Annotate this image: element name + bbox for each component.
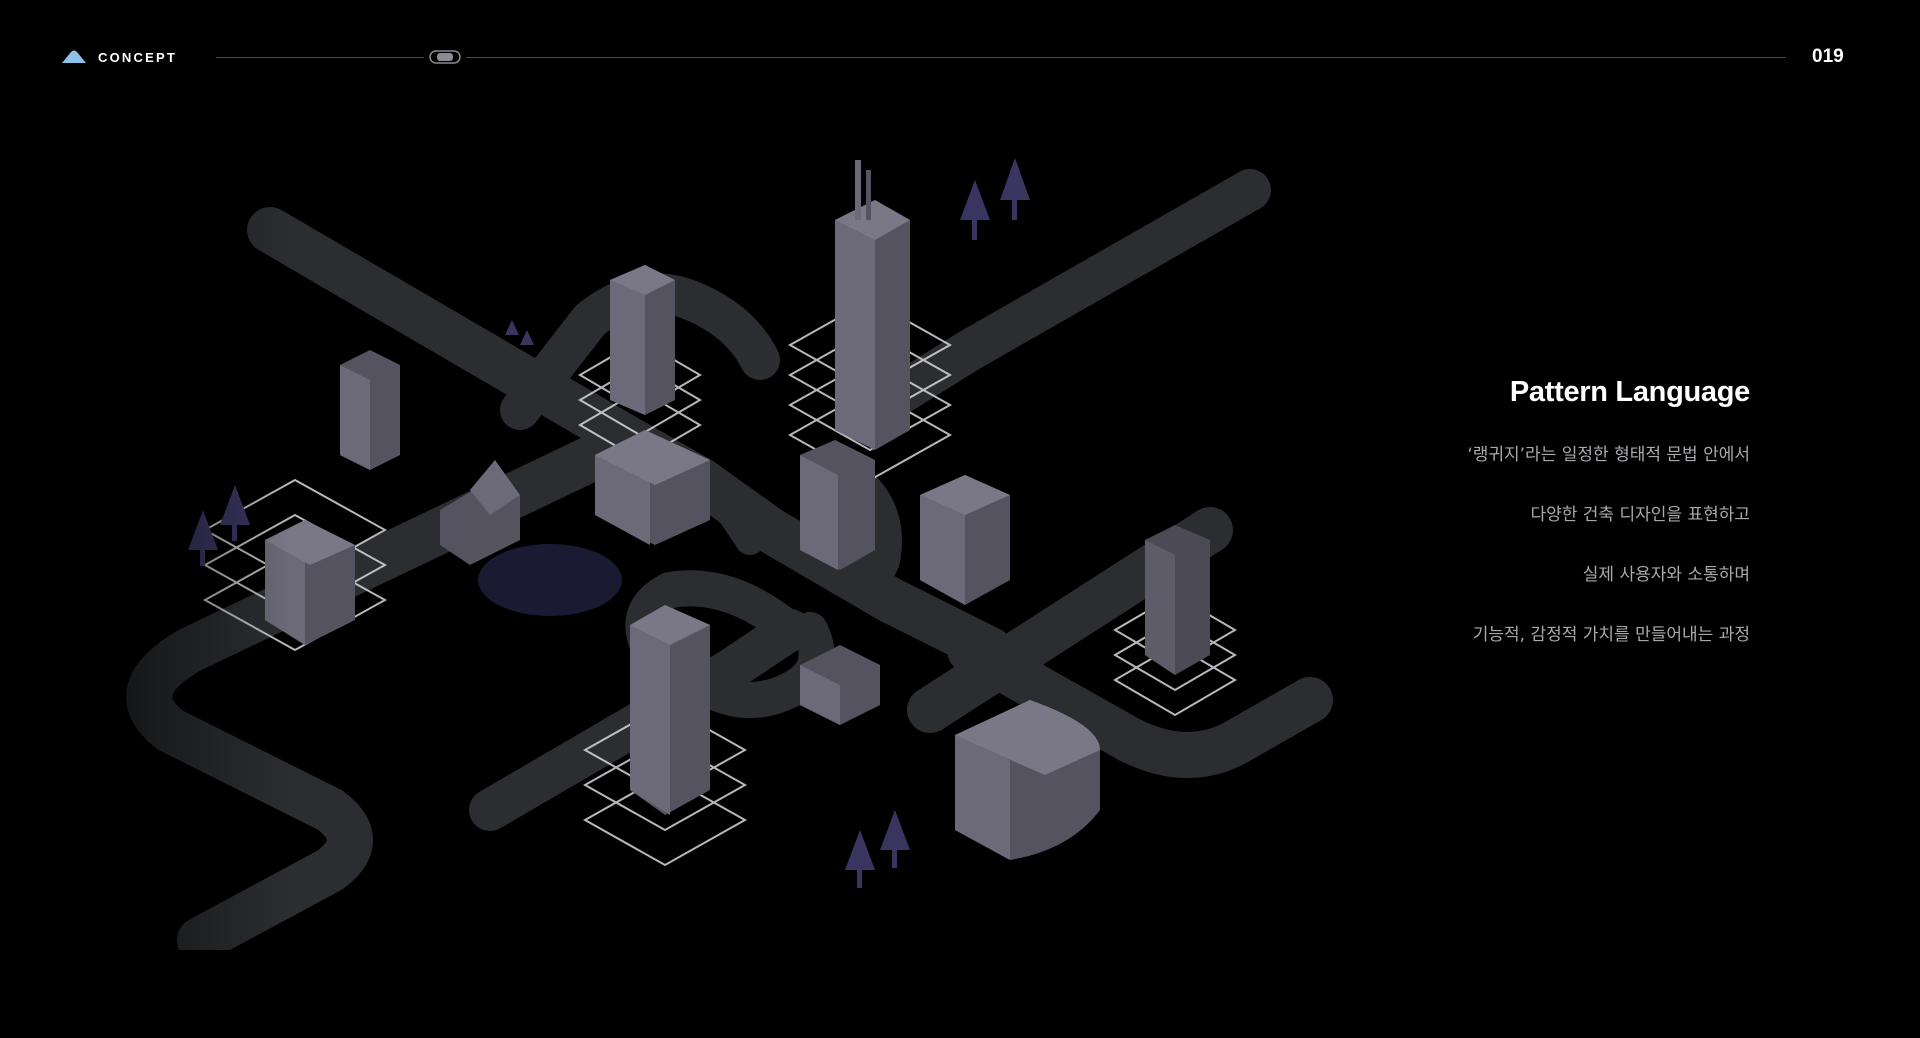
section-title: Pattern Language bbox=[1509, 376, 1750, 408]
page-number: 019 bbox=[1812, 46, 1844, 67]
description-line-4: 기능적, 감정적 가치를 만들어내는 과정 bbox=[1472, 625, 1750, 645]
brand: CONCEPT bbox=[60, 48, 177, 66]
pond bbox=[478, 544, 622, 616]
concept-text-panel: Pattern Language ‘랭귀지’라는 일정한 형태적 문법 안에서 … bbox=[1230, 376, 1750, 685]
car-icon bbox=[429, 50, 461, 64]
mountain-logo-icon bbox=[62, 50, 86, 63]
brand-label: CONCEPT bbox=[98, 49, 177, 65]
progress-line-right bbox=[466, 57, 1786, 58]
description-line-3: 실제 사용자와 소통하며 bbox=[1582, 565, 1750, 585]
progress-line-left bbox=[216, 57, 424, 58]
description-line-1: ‘랭귀지’라는 일정한 형태적 문법 안에서 bbox=[1467, 445, 1750, 465]
isometric-city-illustration bbox=[110, 150, 1333, 950]
description-line-2: 다양한 건축 디자인을 표현하고 bbox=[1530, 505, 1750, 525]
top-bar: CONCEPT 019 bbox=[0, 0, 1920, 100]
